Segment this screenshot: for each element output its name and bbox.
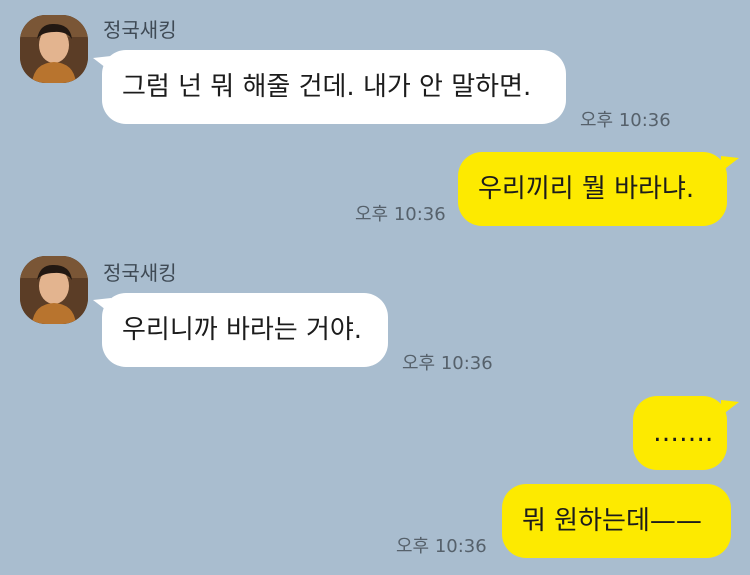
- avatar[interactable]: [20, 15, 88, 83]
- message-bubble[interactable]: 우리니까 바라는 거야.: [102, 293, 388, 367]
- message-text: 우리끼리 뭘 바라냐.: [478, 174, 695, 204]
- message-bubble[interactable]: 뭐 원하는데——: [502, 484, 731, 558]
- bubble-tail: [721, 156, 739, 172]
- message-bubble[interactable]: 우리끼리 뭘 바라냐.: [458, 152, 727, 226]
- message-timestamp: 오후 10:36: [355, 204, 446, 225]
- message-bubble[interactable]: …….: [633, 396, 727, 470]
- message-text: …….: [653, 418, 714, 448]
- message-text: 뭐 원하는데——: [522, 506, 702, 536]
- sender-name: 정국새킹: [103, 261, 177, 285]
- bubble-tail: [721, 400, 739, 416]
- message-timestamp: 오후 10:36: [396, 536, 487, 557]
- message-bubble[interactable]: 그럼 넌 뭐 해줄 건데. 내가 안 말하면.: [102, 50, 566, 124]
- message-text: 우리니까 바라는 거야.: [122, 315, 363, 345]
- message-timestamp: 오후 10:36: [402, 353, 493, 374]
- avatar[interactable]: [20, 256, 88, 324]
- message-timestamp: 오후 10:36: [580, 110, 671, 131]
- sender-name: 정국새킹: [103, 18, 177, 42]
- message-text: 그럼 넌 뭐 해줄 건데. 내가 안 말하면.: [122, 72, 532, 102]
